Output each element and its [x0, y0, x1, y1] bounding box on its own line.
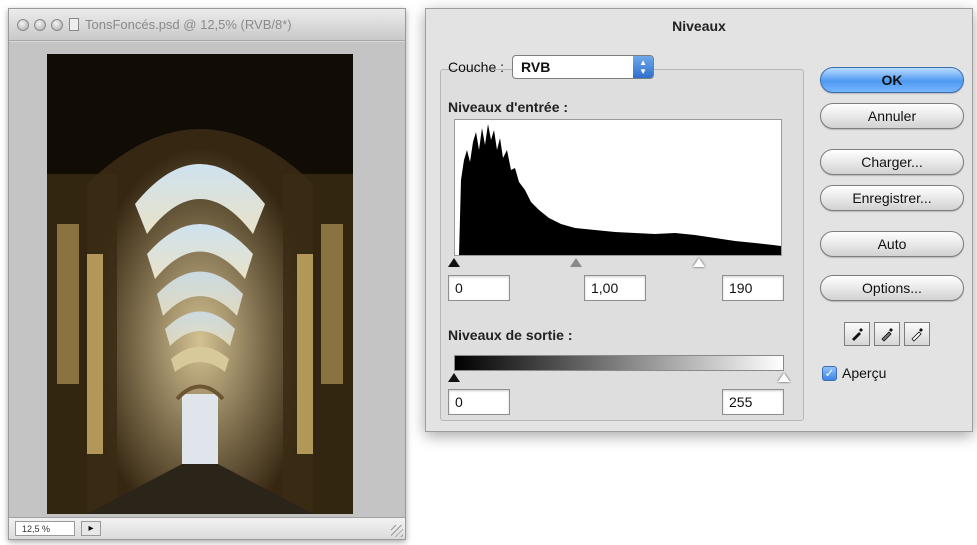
options-button[interactable]: Options... [820, 275, 964, 301]
output-black-handle[interactable] [448, 373, 460, 382]
preview-checkbox[interactable]: ✓ [822, 365, 837, 381]
document-window: TonsFoncés.psd @ 12,5% (RVB/8*) 12,5 % ▸ [8, 8, 406, 540]
resize-grip[interactable] [391, 525, 403, 537]
ok-button[interactable]: OK [820, 67, 964, 93]
input-white-field[interactable]: 190 [722, 275, 784, 301]
checkmark-icon: ✓ [824, 365, 835, 380]
close-icon[interactable] [17, 18, 29, 31]
eyedropper-group [844, 322, 930, 346]
auto-button[interactable]: Auto [820, 231, 964, 257]
channel-value: RVB [521, 59, 551, 75]
zoom-icon[interactable] [51, 18, 63, 31]
histogram [454, 119, 782, 256]
window-controls [17, 18, 63, 31]
document-titlebar[interactable]: TonsFoncés.psd @ 12,5% (RVB/8*) [9, 9, 405, 41]
chevron-updown-icon: ▲ ▼ [633, 56, 654, 78]
preview-label: Aperçu [842, 365, 887, 381]
load-button[interactable]: Charger... [820, 149, 964, 175]
input-black-handle[interactable] [448, 258, 460, 267]
minimize-icon[interactable] [34, 18, 46, 31]
output-black-field[interactable]: 0 [448, 389, 510, 415]
input-levels-label: Niveaux d'entrée : [448, 99, 569, 115]
levels-dialog: Niveaux Couche : RVB ▲ ▼ Niveaux d'entrée… [425, 8, 973, 432]
document-title: TonsFoncés.psd @ 12,5% (RVB/8*) [85, 17, 292, 32]
input-white-handle[interactable] [693, 258, 705, 267]
gray-eyedropper-icon[interactable] [874, 322, 900, 346]
input-gamma-handle[interactable] [570, 258, 582, 267]
output-levels-label: Niveaux de sortie : [448, 327, 573, 343]
output-slider[interactable] [448, 373, 790, 383]
output-gradient-bar [454, 355, 784, 371]
canvas-area[interactable] [9, 42, 405, 518]
document-icon [69, 18, 79, 31]
document-statusbar: 12,5 % ▸ [9, 517, 405, 539]
cancel-button[interactable]: Annuler [820, 103, 964, 129]
input-slider[interactable] [448, 258, 784, 268]
dialog-title: Niveaux [672, 18, 726, 34]
black-eyedropper-icon[interactable] [844, 322, 870, 346]
channel-label: Couche : [448, 59, 505, 75]
zoom-field[interactable]: 12,5 % [15, 521, 75, 536]
preview-row: ✓ Aperçu [822, 365, 886, 381]
channel-select[interactable]: RVB ▲ ▼ [512, 55, 655, 79]
input-gamma-field[interactable]: 1,00 [584, 275, 646, 301]
white-eyedropper-icon[interactable] [904, 322, 930, 346]
output-white-field[interactable]: 255 [722, 389, 784, 415]
save-button[interactable]: Enregistrer... [820, 185, 964, 211]
input-black-field[interactable]: 0 [448, 275, 510, 301]
output-white-handle[interactable] [778, 373, 790, 382]
photo-arcade [47, 54, 353, 514]
status-menu-button[interactable]: ▸ [81, 521, 101, 536]
channel-row: Couche : RVB ▲ ▼ [448, 55, 655, 79]
